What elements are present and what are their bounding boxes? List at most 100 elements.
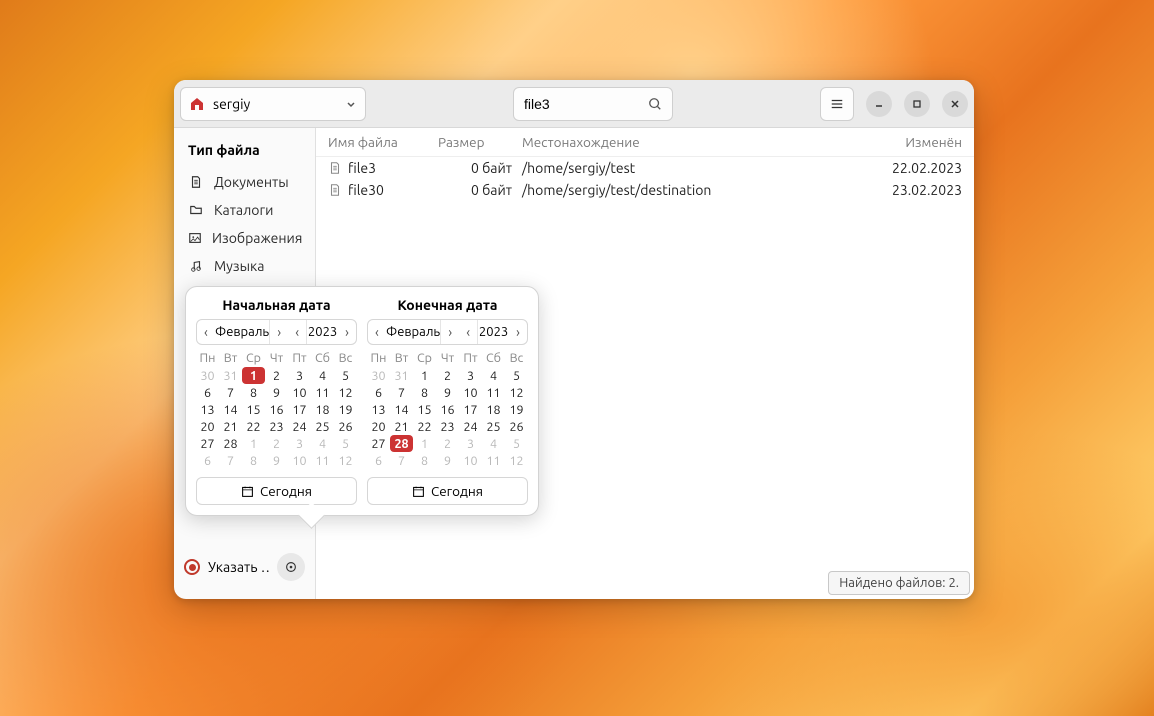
next-year-button[interactable]: › [338,320,356,344]
day-cell[interactable]: 6 [367,384,390,401]
col-location[interactable]: Местонахождение [522,134,872,150]
day-cell[interactable]: 6 [196,384,219,401]
day-cell[interactable]: 13 [196,401,219,418]
prev-month-button[interactable]: ‹ [197,320,215,344]
day-cell[interactable]: 16 [436,401,459,418]
day-cell[interactable]: 27 [367,435,390,452]
next-month-button[interactable]: › [270,320,288,344]
next-year-button[interactable]: › [509,320,527,344]
day-cell[interactable]: 27 [196,435,219,452]
day-cell[interactable]: 23 [265,418,288,435]
day-cell[interactable]: 12 [505,384,528,401]
end-grid[interactable]: ПнВтСрЧтПтСбВс30311234567891011121314151… [367,349,528,469]
day-cell[interactable]: 14 [390,401,413,418]
sidebar-item-folders[interactable]: Каталоги [178,196,311,224]
day-cell[interactable]: 1 [413,367,436,384]
day-cell[interactable]: 18 [482,401,505,418]
prev-month-button[interactable]: ‹ [368,320,386,344]
day-cell[interactable]: 19 [334,401,357,418]
month-label[interactable]: Февраль [215,320,270,344]
day-cell[interactable]: 22 [413,418,436,435]
day-cell[interactable]: 24 [459,418,482,435]
day-cell[interactable]: 8 [413,384,436,401]
day-cell[interactable]: 17 [288,401,311,418]
day-cell[interactable]: 28 [219,435,242,452]
titlebar: sergiy [174,80,974,128]
maximize-button[interactable] [904,91,930,117]
day-cell[interactable]: 9 [436,384,459,401]
day-cell[interactable]: 3 [288,367,311,384]
table-row[interactable]: file300 байт/home/sergiy/test/destinatio… [316,179,974,201]
start-grid[interactable]: ПнВтСрЧтПтСбВс30311234567891011121314151… [196,349,357,469]
next-month-button[interactable]: › [441,320,459,344]
day-cell[interactable]: 5 [334,367,357,384]
day-cell[interactable]: 11 [311,384,334,401]
day-cell[interactable]: 1 [242,367,265,384]
sidebar-item-images[interactable]: Изображения [178,224,311,252]
search-input[interactable] [524,96,648,112]
day-cell[interactable]: 11 [482,384,505,401]
day-cell[interactable]: 17 [459,401,482,418]
minimize-button[interactable] [866,91,892,117]
day-cell[interactable]: 7 [390,384,413,401]
sidebar-item-music[interactable]: Музыка [178,252,311,280]
day-cell[interactable]: 15 [413,401,436,418]
day-cell[interactable]: 21 [390,418,413,435]
hamburger-menu-button[interactable] [820,87,854,121]
path-dropdown[interactable]: sergiy [180,87,366,121]
end-today-button[interactable]: Сегодня [367,477,528,505]
day-cell[interactable]: 26 [334,418,357,435]
day-cell[interactable]: 3 [459,367,482,384]
col-name[interactable]: Имя файла [328,134,438,150]
table-row[interactable]: file30 байт/home/sergiy/test22.02.2023 [316,157,974,179]
day-cell[interactable]: 20 [367,418,390,435]
date-settings-button[interactable] [277,553,305,581]
image-icon [188,231,202,245]
day-cell[interactable]: 9 [265,384,288,401]
day-cell[interactable]: 13 [367,401,390,418]
day-cell[interactable]: 24 [288,418,311,435]
path-label: sergiy [213,96,250,112]
month-label[interactable]: Февраль [386,320,441,344]
day-cell[interactable]: 2 [436,367,459,384]
day-cell[interactable]: 20 [196,418,219,435]
day-cell[interactable]: 7 [219,384,242,401]
day-cell[interactable]: 22 [242,418,265,435]
radio-selected-icon[interactable] [184,559,200,575]
sidebar-item-label: Изображения [212,230,302,246]
search-icon [648,97,662,111]
sidebar-title: Тип файла [178,138,311,168]
calendar-icon [241,485,254,498]
prev-year-button[interactable]: ‹ [288,320,306,344]
day-cell[interactable]: 25 [311,418,334,435]
day-cell[interactable]: 16 [265,401,288,418]
day-cell[interactable]: 10 [288,384,311,401]
start-month-nav: ‹ Февраль › ‹ 2023 › [196,319,357,345]
day-cell[interactable]: 10 [459,384,482,401]
day-cell[interactable]: 5 [505,367,528,384]
prev-year-button[interactable]: ‹ [459,320,477,344]
day-cell[interactable]: 2 [265,367,288,384]
day-cell[interactable]: 25 [482,418,505,435]
close-button[interactable] [942,91,968,117]
day-cell[interactable]: 26 [505,418,528,435]
start-today-button[interactable]: Сегодня [196,477,357,505]
day-cell[interactable]: 18 [311,401,334,418]
col-modified[interactable]: Изменён [872,134,962,150]
search-field[interactable] [513,87,673,121]
specify-date-label[interactable]: Указать … [208,559,269,575]
col-size[interactable]: Размер [438,134,522,150]
day-cell[interactable]: 4 [482,367,505,384]
day-cell[interactable]: 14 [219,401,242,418]
sidebar-item-documents[interactable]: Документы [178,168,311,196]
day-cell[interactable]: 19 [505,401,528,418]
day-cell[interactable]: 4 [311,367,334,384]
day-cell[interactable]: 28 [390,435,413,452]
day-cell[interactable]: 15 [242,401,265,418]
year-label[interactable]: 2023 [477,320,509,344]
day-cell[interactable]: 8 [242,384,265,401]
year-label[interactable]: 2023 [306,320,338,344]
day-cell[interactable]: 12 [334,384,357,401]
day-cell[interactable]: 23 [436,418,459,435]
day-cell[interactable]: 21 [219,418,242,435]
